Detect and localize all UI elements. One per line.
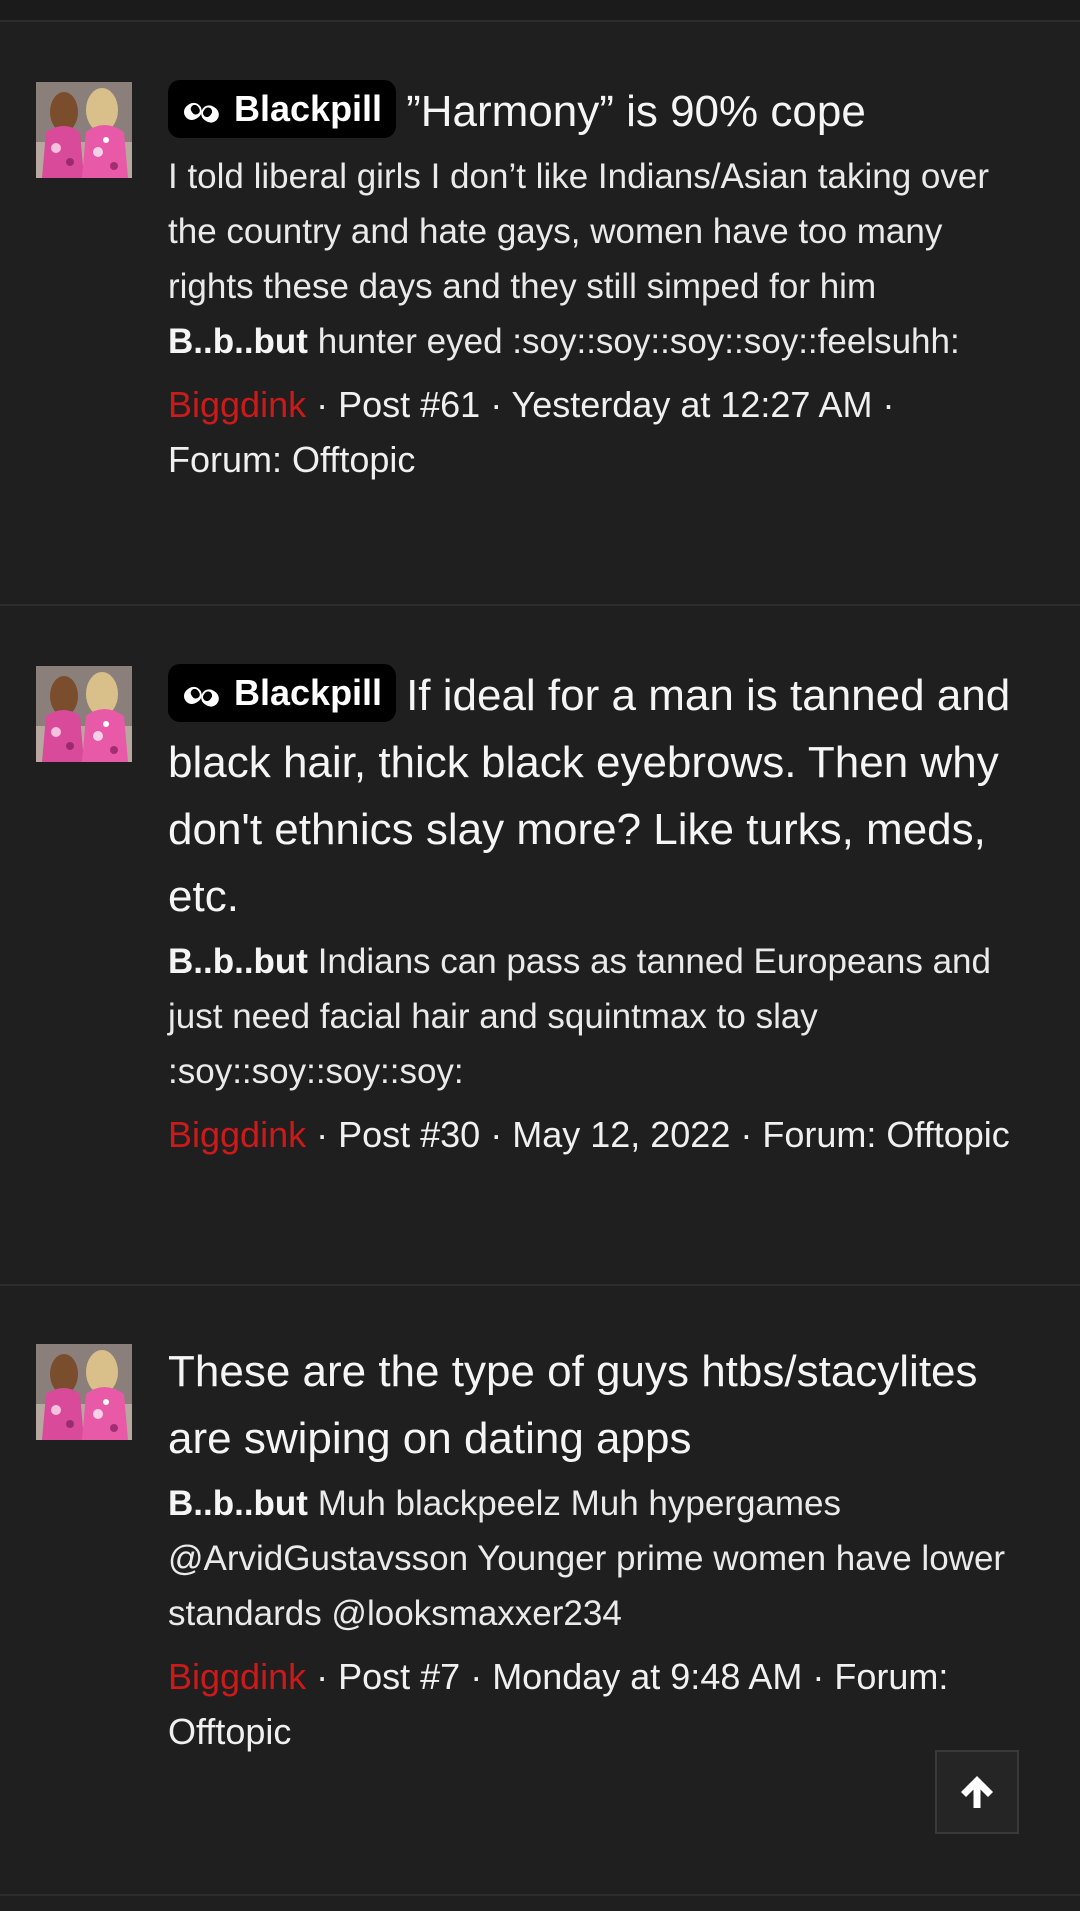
thread-title[interactable]: Blackpill ”Harmony” is 90% cope [168, 78, 1018, 145]
post-number[interactable]: Post #7 [338, 1656, 460, 1697]
separator: · [480, 1114, 513, 1155]
separator: · [480, 384, 512, 425]
search-result: Blackpill ”Harmony” is 90% cope I told l… [0, 22, 1080, 606]
top-bar [0, 0, 1080, 22]
snippet-bold: B..b..but [168, 1484, 308, 1523]
separator: · [802, 1656, 835, 1697]
separator: · [872, 384, 895, 425]
avatar-image [36, 1344, 132, 1440]
author-link[interactable]: Biggdink [168, 384, 306, 425]
search-result: Blackpill If ideal for a man is tanned a… [0, 606, 1080, 1286]
post-date: Yesterday at 12:27 AM [511, 384, 873, 425]
pills-icon [184, 102, 219, 123]
avatar-image [36, 82, 132, 178]
forum-label: Forum: [762, 1114, 877, 1155]
forum-label: Forum: [168, 439, 283, 480]
prefix-badge[interactable]: Blackpill [168, 664, 397, 722]
pills-icon [184, 686, 219, 707]
post-date: Monday at 9:48 AM [492, 1656, 803, 1697]
post-date: May 12, 2022 [512, 1114, 731, 1155]
avatar[interactable] [36, 82, 132, 178]
post-meta: Biggdink · Post #61 · Yesterday at 12:27… [168, 377, 1018, 487]
forum-label: Forum: [834, 1656, 949, 1697]
forum-link[interactable]: Offtopic [886, 1114, 1009, 1155]
avatar[interactable] [36, 666, 132, 762]
thread-title[interactable]: Blackpill If ideal for a man is tanned a… [168, 662, 1018, 930]
prefix-label: Blackpill [234, 88, 383, 129]
thread-title[interactable]: These are the type of guys htbs/stacylit… [168, 1338, 1018, 1472]
prefix-label: Blackpill [234, 672, 383, 713]
separator: · [306, 1656, 339, 1697]
thread-title-text: ”Harmony” is 90% cope [406, 87, 866, 136]
avatar-image [36, 666, 132, 762]
separator: · [460, 1656, 493, 1697]
prefix-badge[interactable]: Blackpill [168, 80, 397, 138]
separator: · [730, 1114, 763, 1155]
author-link[interactable]: Biggdink [168, 1656, 306, 1697]
post-number[interactable]: Post #61 [338, 384, 480, 425]
scroll-to-top-button[interactable] [935, 1750, 1019, 1834]
snippet-text: hunter eyed :soy::soy::soy::soy::feelsuh… [307, 322, 960, 361]
separator: · [306, 384, 339, 425]
forum-link[interactable]: Offtopic [168, 1711, 291, 1752]
separator: · [306, 1114, 339, 1155]
arrow-up-icon [961, 1776, 993, 1808]
post-snippet: B..b..but Indians can pass as tanned Eur… [168, 934, 1018, 1099]
forum-link[interactable]: Offtopic [292, 439, 415, 480]
avatar[interactable] [36, 1344, 132, 1440]
post-meta: Biggdink · Post #7 · Monday at 9:48 AM ·… [168, 1649, 1018, 1759]
post-number[interactable]: Post #30 [338, 1114, 480, 1155]
post-snippet: B..b..but Muh blackpeelz Muh hypergames … [168, 1476, 1018, 1641]
search-result: These are the type of guys htbs/stacylit… [0, 1286, 1080, 1896]
snippet-text: I told liberal girls I don’t like Indian… [168, 157, 989, 306]
post-snippet: I told liberal girls I don’t like Indian… [168, 149, 1018, 369]
snippet-bold: B..b..but [168, 942, 308, 981]
thread-title-text: These are the type of guys htbs/stacylit… [168, 1347, 978, 1463]
post-meta: Biggdink · Post #30 · May 12, 2022 · For… [168, 1107, 1018, 1162]
author-link[interactable]: Biggdink [168, 1114, 306, 1155]
snippet-bold: B..b..but [168, 322, 308, 361]
